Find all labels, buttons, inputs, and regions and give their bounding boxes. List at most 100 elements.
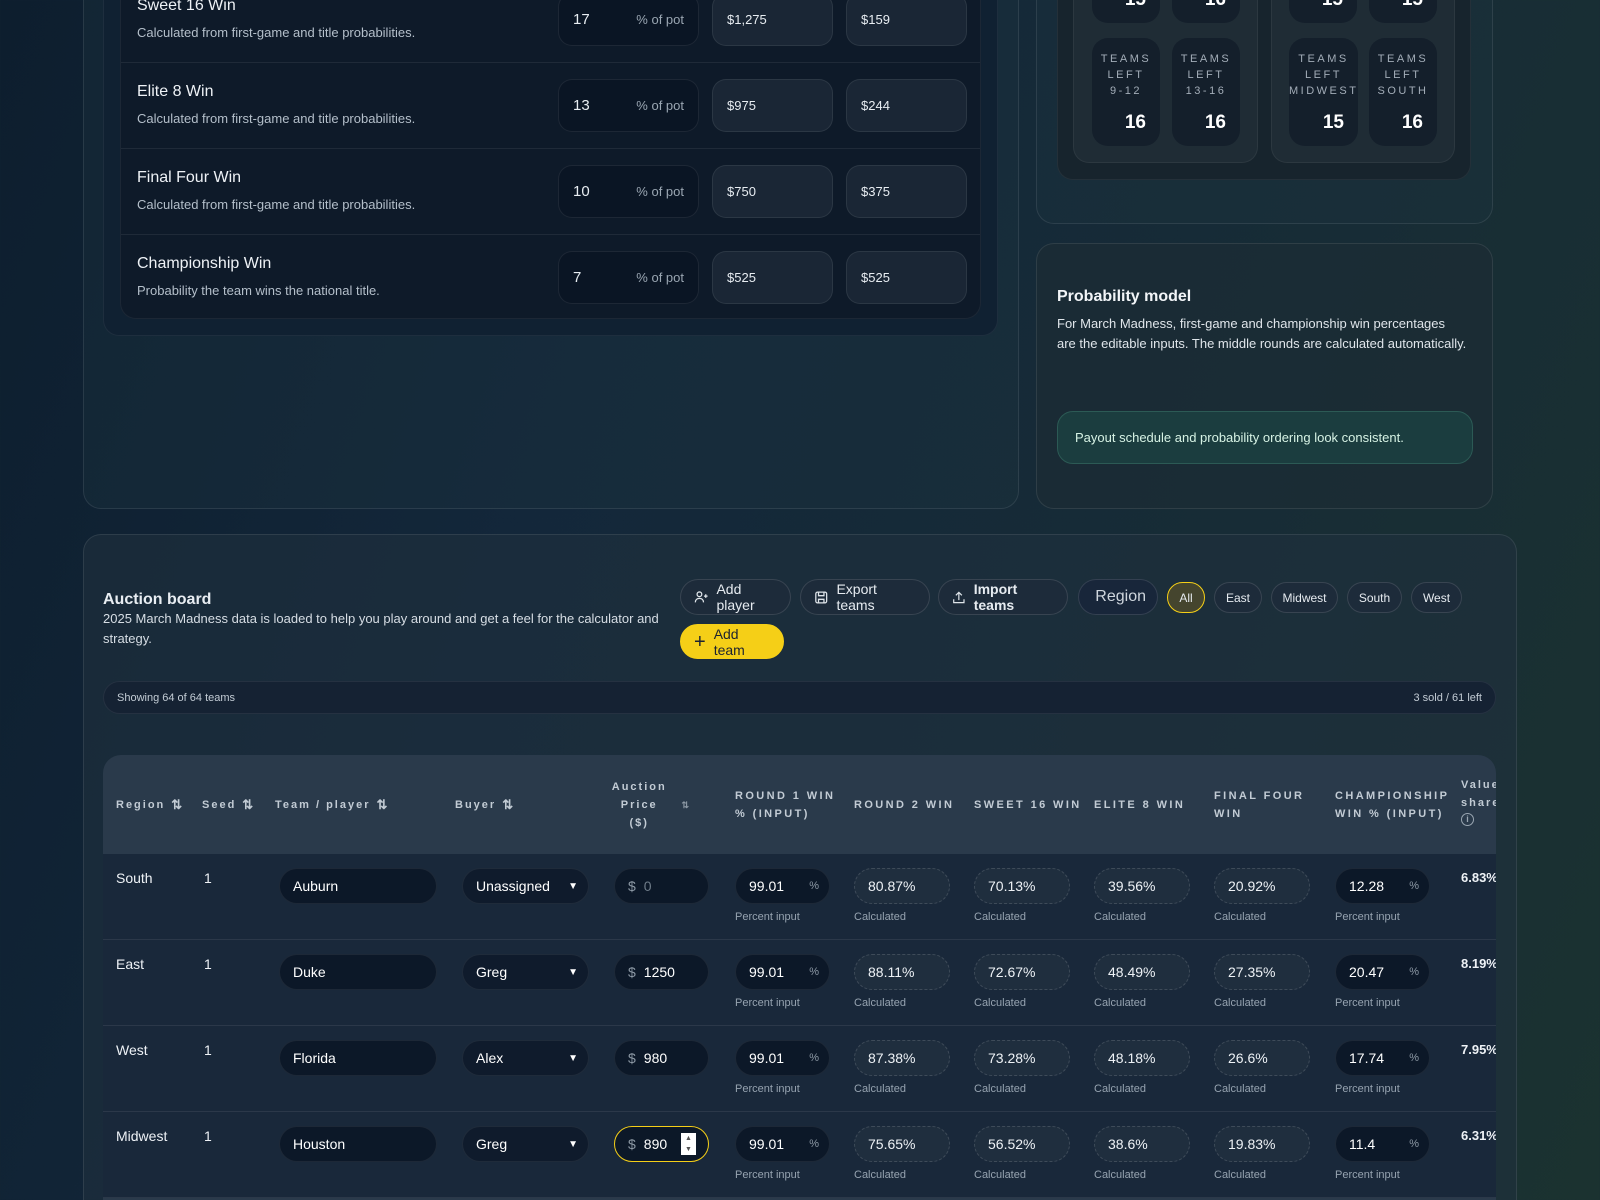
auction-price-value: 980 <box>644 1050 667 1066</box>
sold-count: 3 sold / 61 left <box>1414 692 1483 704</box>
champ-percent-input[interactable]: 17.74% <box>1335 1040 1430 1076</box>
buyer-select[interactable]: Greg▼ <box>462 1126 589 1162</box>
team-name-value: Auburn <box>293 878 338 894</box>
buyer-select[interactable]: Unassigned▼ <box>462 868 589 904</box>
column-header-label: Seed <box>202 796 236 814</box>
r2-value: 75.65% <box>868 1136 915 1152</box>
probability-model-panel: Probability model For March Madness, fir… <box>1036 243 1493 509</box>
column-header-r1: ROUND 1 WIN % (INPUT) <box>735 755 845 854</box>
payout-round-desc: Calculated from first-game and title pro… <box>137 197 415 212</box>
champ-percent-input[interactable]: 20.47% <box>1335 954 1430 990</box>
team-name-input[interactable]: Houston <box>279 1126 437 1162</box>
stat-tile-label: TEAMS LEFT 9-12 <box>1092 51 1160 99</box>
r1-percent-input[interactable]: 99.01% <box>735 1040 830 1076</box>
column-header-label: Region <box>116 796 165 814</box>
percent-of-pot-unit: % of pot <box>636 270 684 285</box>
column-header-label: Buyer <box>455 796 496 814</box>
payout-percent-input[interactable]: 7% of pot <box>558 251 699 304</box>
payout-percent-input[interactable]: 10% of pot <box>558 165 699 218</box>
s16-value: 73.28% <box>988 1050 1035 1066</box>
payout-round-desc: Probability the team wins the national t… <box>137 283 380 298</box>
column-header-label: FINAL FOUR WIN <box>1214 787 1324 823</box>
auction-price-input[interactable]: $0 <box>614 868 709 904</box>
team-name-input[interactable]: Auburn <box>279 868 437 904</box>
ff-calculated: 26.6% <box>1214 1040 1310 1076</box>
region-chip-west[interactable]: West <box>1411 582 1462 613</box>
region-chip-label: East <box>1226 591 1250 605</box>
import-teams-label: Import teams <box>974 581 1054 613</box>
number-stepper[interactable]: ▲▼ <box>681 1133 696 1155</box>
champ-percent-input[interactable]: 11.4% <box>1335 1126 1430 1162</box>
sort-icon[interactable]: ⇅ <box>171 796 184 814</box>
import-teams-button[interactable]: Import teams <box>938 579 1068 615</box>
calculated-note: Calculated <box>1214 997 1266 1009</box>
r1-percent-input[interactable]: 99.01% <box>735 1126 830 1162</box>
payout-percent-input[interactable]: 13 % of pot <box>558 79 699 132</box>
r1-percent-input[interactable]: 99.01% <box>735 868 830 904</box>
column-header-label: SWEET 16 WIN <box>974 796 1082 814</box>
sort-icon[interactable]: ⇅ <box>377 796 390 814</box>
payout-percent-value: 13 <box>573 97 590 114</box>
s16-calculated: 56.52% <box>974 1126 1070 1162</box>
region-chip-east[interactable]: East <box>1214 582 1262 613</box>
region-chip-all[interactable]: All <box>1167 582 1205 613</box>
region-filter-label: Region <box>1095 588 1146 606</box>
r1-percent-value: 99.01 <box>749 1050 784 1066</box>
sort-icon[interactable]: ⇅ <box>242 796 255 814</box>
buyer-value: Greg <box>476 1136 507 1152</box>
r1-percent-value: 99.01 <box>749 964 784 980</box>
auction-price-input[interactable]: $1250 <box>614 954 709 990</box>
add-player-button[interactable]: Add player <box>680 579 791 615</box>
team-count-bar: Showing 64 of 64 teams 3 sold / 61 left <box>103 681 1496 714</box>
column-header-seed[interactable]: Seed ⇅ <box>202 755 262 854</box>
export-teams-button[interactable]: Export teams <box>800 579 930 615</box>
payout-row: Championship WinProbability the team win… <box>121 235 980 319</box>
team-name-input[interactable]: Florida <box>279 1040 437 1076</box>
calculated-note: Calculated <box>854 1083 906 1095</box>
buyer-select[interactable]: Alex▼ <box>462 1040 589 1076</box>
region-filter-button[interactable]: Region <box>1078 579 1158 615</box>
region-chip-label: South <box>1359 591 1390 605</box>
auction-price-input[interactable]: $890▲▼ <box>614 1126 709 1162</box>
column-header-region[interactable]: Region ⇅ <box>116 755 196 854</box>
percent-sign: % <box>809 1138 819 1150</box>
column-header-team[interactable]: Team / player⇅ <box>275 755 425 854</box>
champ-percent-input[interactable]: 12.28% <box>1335 868 1430 904</box>
sort-icon[interactable]: ⇅ <box>681 796 691 814</box>
s16-calculated: 70.13% <box>974 868 1070 904</box>
calculated-note: Calculated <box>974 1169 1026 1181</box>
seed-cell: 1 <box>204 870 212 886</box>
team-name-input[interactable]: Duke <box>279 954 437 990</box>
auction-price-input[interactable]: $980 <box>614 1040 709 1076</box>
add-team-button[interactable]: + Add team <box>680 624 784 659</box>
column-header-value: Value sharei <box>1461 755 1496 854</box>
column-header-label: Auction Price ($) <box>611 778 667 832</box>
region-chip-south[interactable]: South <box>1347 582 1402 613</box>
sort-icon[interactable]: ⇅ <box>502 796 515 814</box>
calculated-note: Calculated <box>974 911 1026 923</box>
consistency-status-text: Payout schedule and probability ordering… <box>1075 430 1404 445</box>
percent-of-pot-unit: % of pot <box>636 98 684 113</box>
payout-total-amount: $975 <box>712 79 833 132</box>
info-icon[interactable]: i <box>1461 813 1474 826</box>
calculated-note: Calculated <box>1214 1083 1266 1095</box>
add-user-icon <box>694 589 708 605</box>
r1-percent-input[interactable]: 99.01% <box>735 954 830 990</box>
value-share-cell: 8.19% <box>1461 956 1496 971</box>
payout-percent-value: 10 <box>573 183 590 200</box>
payout-percent-input[interactable]: 17% of pot <box>558 0 699 46</box>
ff-value: 19.83% <box>1228 1136 1275 1152</box>
champ-percent-value: 12.28 <box>1349 878 1384 894</box>
column-header-r2: ROUND 2 WIN <box>854 755 964 854</box>
buyer-select[interactable]: Greg▼ <box>462 954 589 990</box>
payout-round-desc: Calculated from first-game and title pro… <box>137 111 415 126</box>
s16-value: 70.13% <box>988 878 1035 894</box>
table-row: East1DukeGreg▼$125099.01%Percent input20… <box>103 940 1496 1026</box>
column-header-buyer[interactable]: Buyer ⇅ <box>455 755 575 854</box>
stat-tile: 16 <box>1172 0 1240 23</box>
table-row: West1FloridaAlex▼$98099.01%Percent input… <box>103 1026 1496 1112</box>
ff-value: 20.92% <box>1228 878 1275 894</box>
stat-tile-value: 15 <box>1402 0 1423 11</box>
export-teams-label: Export teams <box>836 581 916 613</box>
region-chip-midwest[interactable]: Midwest <box>1271 582 1338 613</box>
